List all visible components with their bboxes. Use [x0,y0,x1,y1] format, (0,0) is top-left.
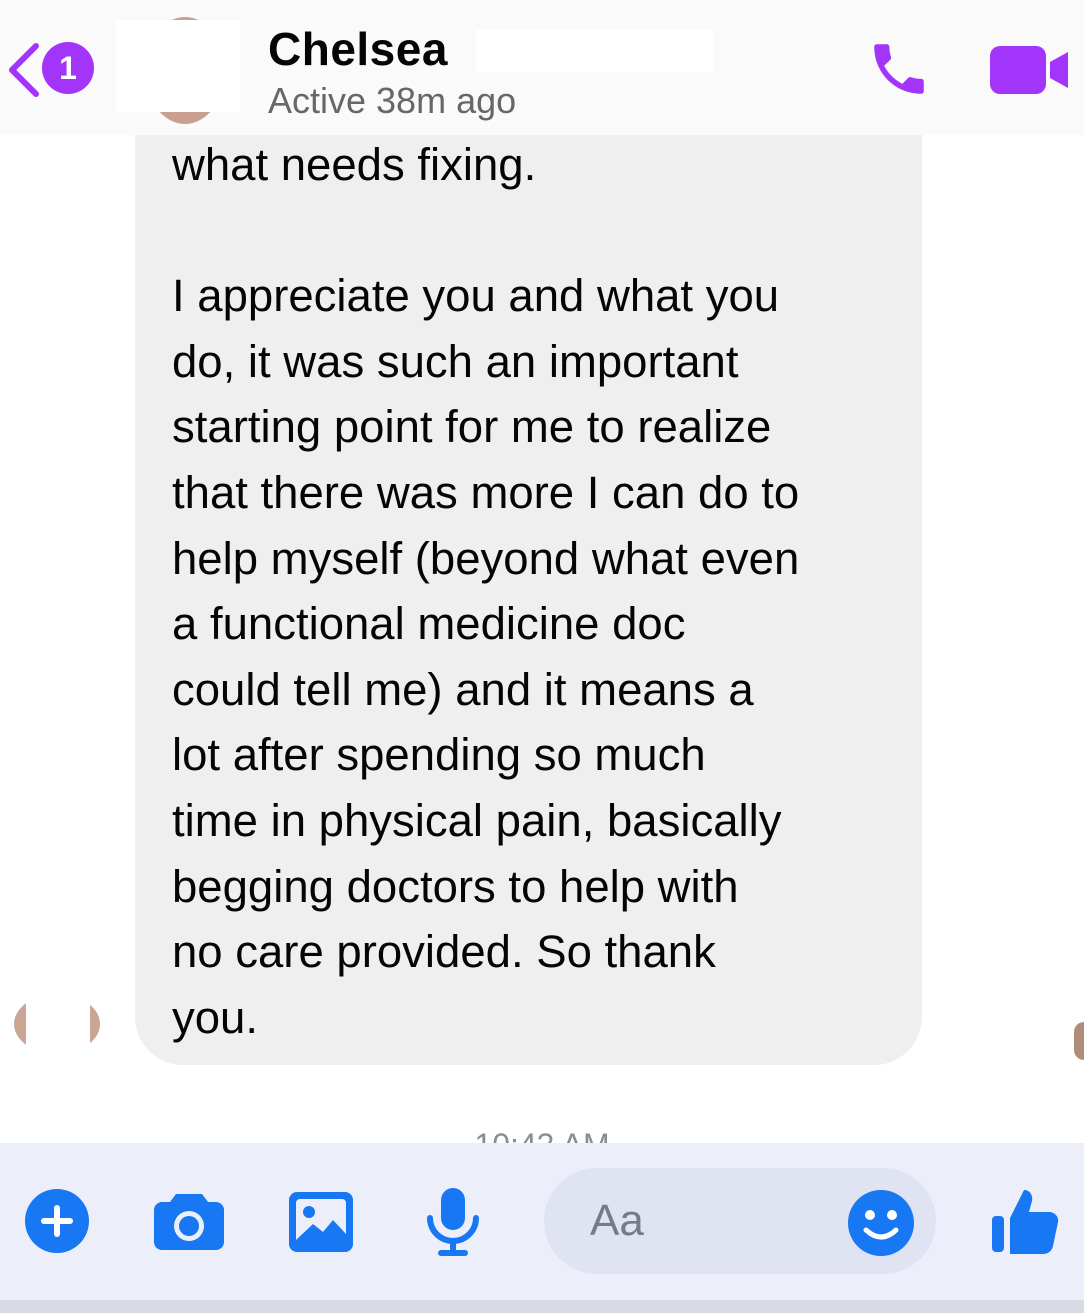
phone-icon [874,44,924,94]
image-icon [289,1192,353,1252]
conversation-header: 1 Chelsea Active 38m ago [0,0,1084,135]
more-actions-button[interactable] [24,1188,90,1254]
video-camera-icon [990,46,1068,94]
camera-button[interactable] [152,1190,226,1252]
message-input-placeholder: Aa [590,1196,644,1245]
gallery-button[interactable] [287,1190,355,1254]
message-text: what needs fixing. I appreciate you and … [172,139,800,1043]
contact-name[interactable]: Chelsea [268,22,448,76]
chevron-left-icon [9,43,39,97]
name-redaction [476,30,713,72]
emoji-button[interactable] [846,1188,916,1258]
home-indicator-area [0,1300,1084,1313]
unread-badge: 1 [42,42,94,94]
audio-call-button[interactable] [866,36,932,102]
voice-message-button[interactable] [424,1186,482,1258]
read-receipt-avatar [1074,1022,1084,1060]
avatar-redaction [116,20,240,112]
active-status: Active 38m ago [268,80,517,121]
like-button[interactable] [990,1184,1060,1256]
plus-icon [25,1189,89,1253]
thumbs-up-icon [992,1190,1059,1254]
video-call-button[interactable] [988,44,1070,96]
smiley-icon [848,1190,914,1256]
sender-avatar[interactable] [14,994,100,1054]
camera-icon [154,1194,224,1250]
microphone-icon [427,1188,479,1256]
